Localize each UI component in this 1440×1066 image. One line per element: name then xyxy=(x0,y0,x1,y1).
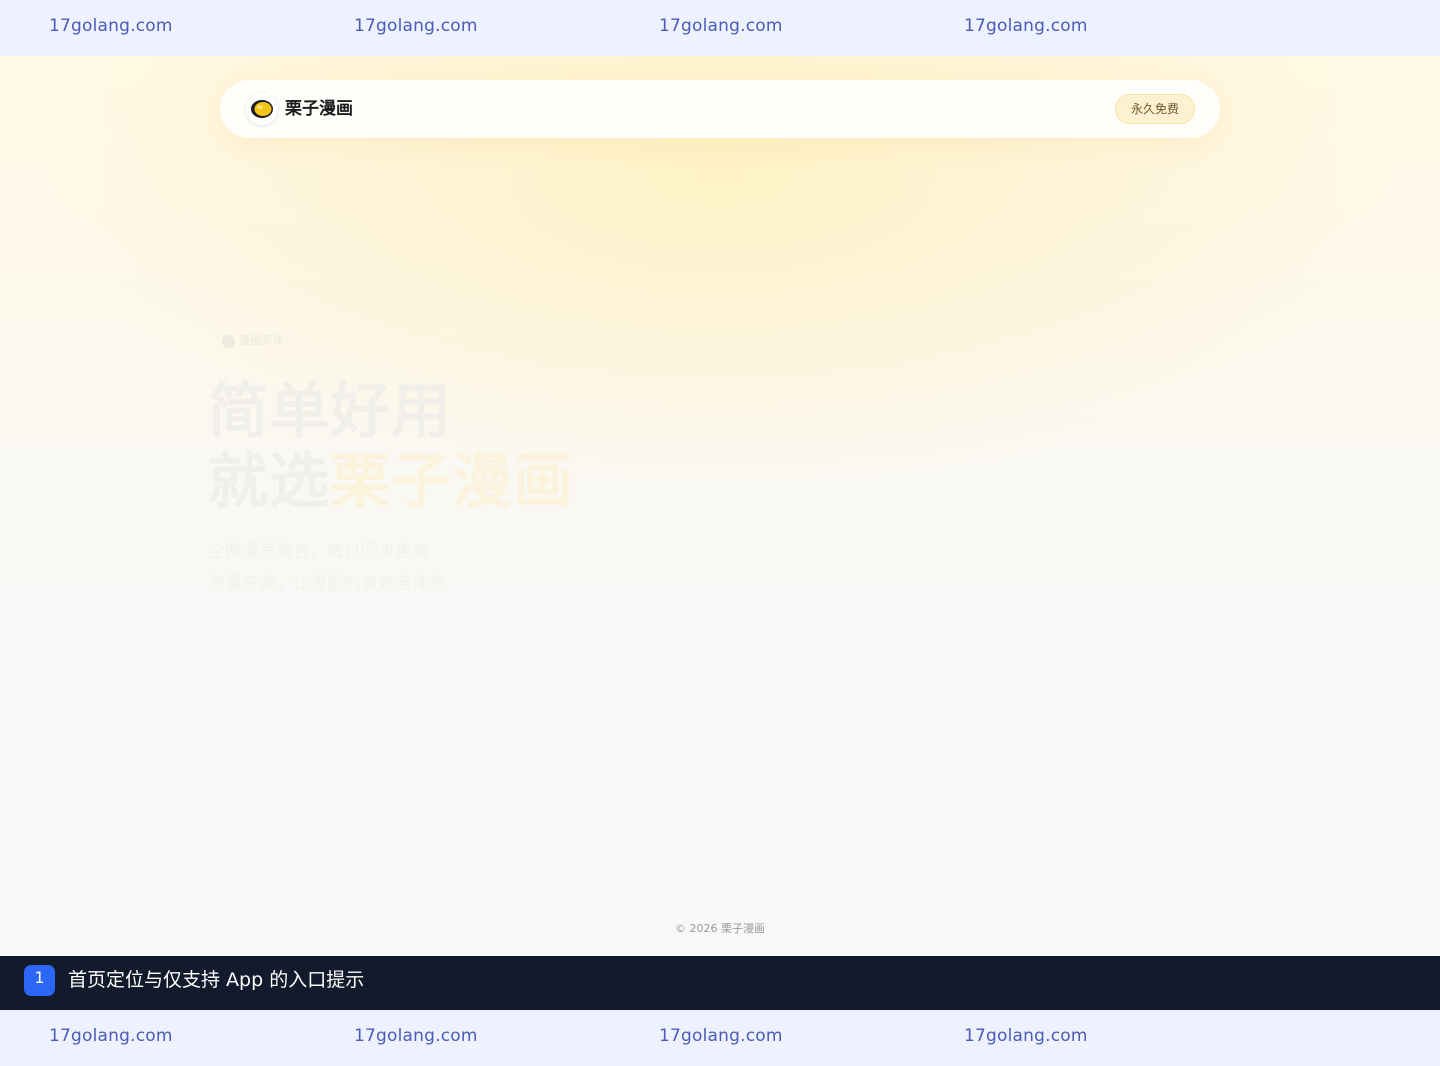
hero-description-line2: 海量资源，让漫画的美好陪伴你 xyxy=(208,574,446,594)
watermark-text: 17golang.com xyxy=(354,16,478,36)
watermark-text: 17golang.com xyxy=(964,16,1088,36)
hero-tag-label: 漫画阅读 xyxy=(239,334,283,347)
watermark-bar-bottom: 17golang.com 17golang.com 17golang.com 1… xyxy=(0,1010,1440,1066)
hero-title-line2: 就选栗子漫画 xyxy=(208,447,574,517)
caption-step-number: 1 xyxy=(24,965,55,996)
hero-title-accent: 栗子漫画 xyxy=(330,447,574,517)
watermark-text: 17golang.com xyxy=(659,16,783,36)
hero-title-prefix: 就选 xyxy=(208,447,330,517)
watermark-text: 17golang.com xyxy=(49,16,173,36)
hero-title-line1: 简单好用 xyxy=(208,377,452,447)
caption-bar: 1 首页定位与仅支持 App 的入口提示 xyxy=(0,956,1440,1010)
brand-logo[interactable] xyxy=(246,93,278,125)
watermark-text: 17golang.com xyxy=(964,1026,1088,1046)
hero-tag: 漫画阅读 xyxy=(222,334,283,348)
footer-copyright: © 2026 栗子漫画 xyxy=(675,922,765,935)
tag-dot-icon xyxy=(222,334,235,348)
free-badge: 永久免费 xyxy=(1114,94,1195,124)
watermark-text: 17golang.com xyxy=(49,1026,173,1046)
caption-text: 首页定位与仅支持 App 的入口提示 xyxy=(68,969,365,991)
top-navbar: 栗子漫画 永久免费 xyxy=(220,80,1220,138)
watermark-text: 17golang.com xyxy=(354,1026,478,1046)
hero-description-line1: 全网漫画聚合，每日同步更新 xyxy=(208,542,429,562)
chestnut-logo-icon xyxy=(251,100,273,118)
watermark-bar-top: 17golang.com 17golang.com 17golang.com 1… xyxy=(0,0,1440,56)
page-stage: 栗子漫画 永久免费 漫画阅读 简单好用 就选栗子漫画 全网漫画聚合，每日同步更新… xyxy=(0,56,1440,956)
watermark-text: 17golang.com xyxy=(659,1026,783,1046)
brand-name[interactable]: 栗子漫画 xyxy=(285,98,353,120)
